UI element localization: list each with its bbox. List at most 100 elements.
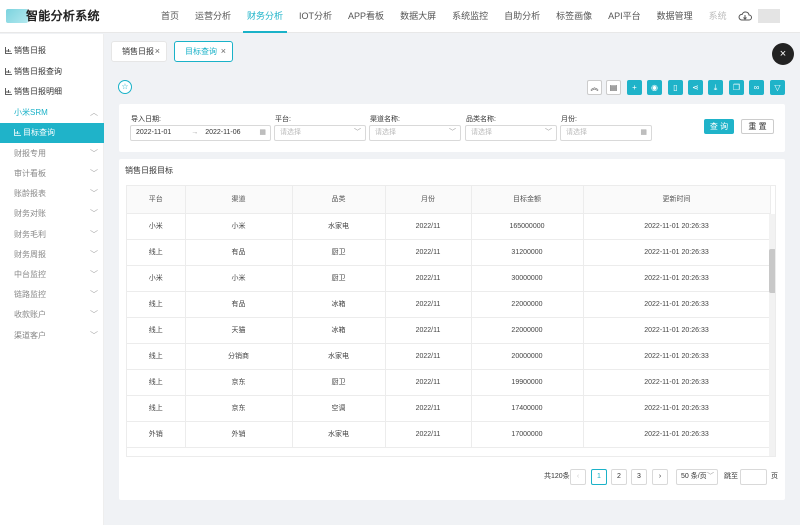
share-icon[interactable]: ⋖ (688, 80, 703, 95)
column-header[interactable]: 更新时间 (583, 186, 771, 214)
sidebar-group-aging-report[interactable]: 账龄报表 ﹀ (0, 184, 104, 204)
page-1-button[interactable]: 1 (591, 469, 607, 485)
sidebar-group-finance-report[interactable]: 财报专用 ﹀ (0, 144, 104, 164)
platform-label: 平台: (275, 116, 291, 123)
table-cell: 冰箱 (292, 317, 386, 344)
page-2-button[interactable]: 2 (611, 469, 627, 485)
top-nav-item[interactable]: 财务分析 (239, 0, 291, 33)
close-icon[interactable]: × (221, 42, 226, 61)
page-3-button[interactable]: 3 (631, 469, 647, 485)
table-cell: 2022/11 (385, 213, 472, 240)
table-cell: 分销商 (185, 343, 293, 370)
sidebar-group-link-monitor[interactable]: 链路监控 ﹀ (0, 285, 104, 305)
tab-sales-daily[interactable]: 销售日报 × (111, 41, 167, 62)
table-row[interactable]: 线上 京东 空调 2022/11 17400000 2022-11-01 20:26:33 (127, 395, 771, 422)
app-logo[interactable]: 智能分析系统 (6, 7, 102, 24)
top-nav-item[interactable]: 数据管理 (649, 0, 701, 33)
top-nav-item[interactable]: 首页 (153, 0, 187, 33)
table-cell: 厨卫 (292, 239, 386, 266)
chevron-down-icon: ﹀ (90, 230, 98, 239)
sidebar-item-sales-daily-detail[interactable]: 销售日报明细 (0, 82, 104, 102)
tab-target-query[interactable]: 目标查询 × (174, 41, 233, 62)
user-avatar[interactable] (758, 9, 780, 23)
sidebar-group-receiving-account[interactable]: 收款账户 ﹀ (0, 305, 104, 325)
chevron-down-icon: ﹀ (545, 129, 552, 136)
sidebar-item-label: 审计看板 (14, 169, 46, 178)
chevron-down-icon: ﹀ (90, 169, 98, 178)
copy-icon[interactable]: ❐ (729, 80, 744, 95)
filter-icon[interactable]: ▽ (770, 80, 785, 95)
sidebar-item-label: 财务周报 (14, 250, 46, 259)
cloud-download-icon[interactable] (738, 11, 752, 21)
column-header[interactable]: 月份 (385, 186, 472, 214)
table-cell: 京东 (185, 395, 293, 422)
tab-label: 销售日报 (122, 47, 154, 56)
download-icon[interactable]: ⤓ (708, 80, 723, 95)
link-icon[interactable]: ∞ (749, 80, 764, 95)
top-nav-item[interactable]: APP看板 (340, 0, 392, 33)
channel-select[interactable]: 请选择 ﹀ (369, 125, 461, 141)
table-cell: 2022-11-01 20:26:33 (583, 421, 771, 448)
top-nav-item[interactable]: 标签画像 (548, 0, 600, 33)
sidebar-group-audit-board[interactable]: 审计看板 ﹀ (0, 164, 104, 184)
sidebar-group-weekly-report[interactable]: 财务周报 ﹀ (0, 245, 104, 265)
top-nav-item[interactable]: API平台 (600, 0, 649, 33)
columns-icon[interactable]: ▤ (606, 80, 621, 95)
table-cell: 2022/11 (385, 265, 472, 292)
month-picker[interactable]: 请选择 ▦ (560, 125, 652, 141)
arrow-right-icon: → (191, 129, 199, 136)
table-row[interactable]: 小米 小米 厨卫 2022/11 30000000 2022-11-01 20:26:33 (127, 265, 771, 292)
bar-chart-icon (5, 68, 12, 75)
import-date-range-picker[interactable]: 2022-11-01 → 2022-11-06 ▦ (130, 125, 271, 141)
column-header[interactable]: 渠道 (185, 186, 293, 214)
top-nav-item[interactable]: 系统 (701, 0, 735, 33)
close-icon[interactable]: × (155, 42, 160, 61)
sidebar-item-target-query[interactable]: 目标查询 (0, 123, 104, 143)
eye-icon[interactable]: ◉ (647, 80, 662, 95)
query-button[interactable]: 查 询 (704, 119, 734, 134)
sidebar-group-reconciliation[interactable]: 财务对账 ﹀ (0, 204, 104, 224)
collapse-up-icon[interactable]: ︽ (587, 80, 602, 95)
sidebar-group-channel-customer[interactable]: 渠道客户 ﹀ (0, 326, 104, 346)
top-bar: 智能分析系统 首页 运营分析 财务分析 IOT分析 APP看板 数据大屏 系统监控 自助分析标… (0, 0, 800, 33)
platform-select[interactable]: 请选择 ﹀ (274, 125, 366, 141)
sidebar-group-platform-monitor[interactable]: 中台监控 ﹀ (0, 265, 104, 285)
table-row[interactable]: 线上 京东 厨卫 2022/11 19900000 2022-11-01 20:26:33 (127, 369, 771, 396)
category-label: 品类名称: (466, 116, 496, 123)
table-row[interactable]: 线上 天猫 冰箱 2022/11 22000000 2022-11-01 20:26:33 (127, 317, 771, 344)
goto-page-input[interactable] (740, 469, 767, 485)
table-row[interactable]: 线上 分销商 水家电 2022/11 20000000 2022-11-01 20:26:… (127, 343, 771, 370)
sidebar-item-sales-daily[interactable]: 销售日报 (0, 41, 104, 61)
close-all-button[interactable]: × (772, 43, 794, 65)
sidebar-item-label: 财务毛利 (14, 230, 46, 239)
logo-mark-icon (6, 8, 28, 23)
table-row[interactable]: 小米 小米 水家电 2022/11 165000000 2022-11-01 20:26:… (127, 213, 771, 240)
sidebar-item-sales-daily-query[interactable]: 销售日报查询 (0, 62, 104, 82)
mobile-icon[interactable]: ▯ (668, 80, 683, 95)
sidebar-group-gross-profit[interactable]: 财务毛利 ﹀ (0, 225, 104, 245)
page-size-select[interactable]: 50 条/页 ﹀ (676, 469, 718, 485)
favorite-star-icon[interactable]: ☆ (118, 80, 132, 94)
sidebar-item-label: 账龄报表 (14, 189, 46, 198)
reset-button[interactable]: 重 置 (741, 119, 774, 134)
next-page-button[interactable]: › (652, 469, 668, 485)
top-nav-item[interactable]: IOT分析 (291, 0, 340, 33)
column-header[interactable]: 品类 (292, 186, 386, 214)
sidebar-group-xiaomi-srm[interactable]: 小米SRM ︿ (0, 103, 104, 123)
prev-page-button[interactable]: ‹ (570, 469, 586, 485)
top-nav-item[interactable]: 系统监控 (444, 0, 496, 33)
category-select[interactable]: 请选择 ﹀ (465, 125, 557, 141)
table-row[interactable]: 线上 有品 冰箱 2022/11 22000000 2022-11-01 20:26:33 (127, 291, 771, 318)
table-cell: 2022/11 (385, 291, 472, 318)
table-row[interactable]: 外销 外销 水家电 2022/11 17000000 2022-11-01 20:26:3… (127, 421, 771, 448)
top-nav-item[interactable]: 运营分析 (187, 0, 239, 33)
add-icon[interactable]: + (627, 80, 642, 95)
top-nav-item[interactable]: 自助分析 (496, 0, 548, 33)
column-header[interactable]: 目标金额 (471, 186, 584, 214)
top-nav-item[interactable]: 数据大屏 (392, 0, 444, 33)
table-row[interactable]: 线上 有品 厨卫 2022/11 31200000 2022-11-01 20:26:33 (127, 239, 771, 266)
scrollbar-thumb[interactable] (769, 249, 775, 293)
month-placeholder: 请选择 (566, 129, 587, 136)
column-header[interactable]: 平台 (127, 186, 186, 214)
table-cell: 空调 (292, 395, 386, 422)
